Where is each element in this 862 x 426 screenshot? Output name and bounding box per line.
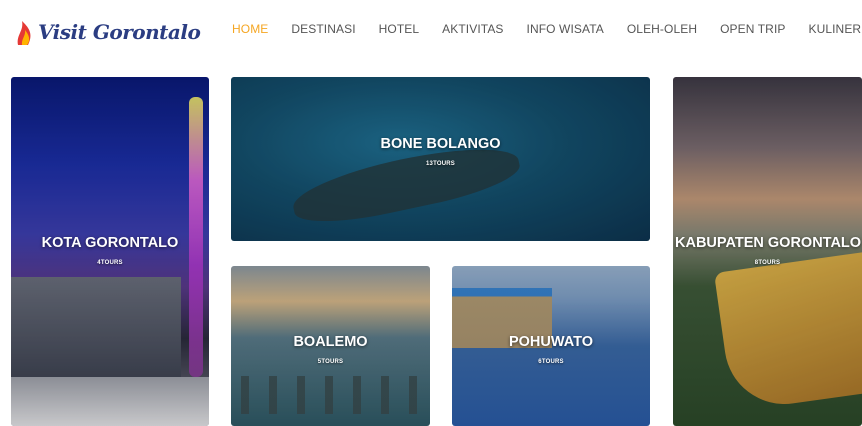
destination-title: KOTA GORONTALO — [41, 235, 179, 251]
tour-count: 13TOURS — [426, 161, 455, 167]
nav-info-wisata[interactable]: INFO WISATA — [527, 22, 604, 36]
tour-count: 4TOURS — [97, 260, 123, 266]
card-overlay — [11, 77, 209, 426]
destination-card-boalemo[interactable]: BOALEMO 5TOURS — [231, 266, 430, 426]
main-nav: HOME DESTINASI HOTEL AKTIVITAS INFO WISA… — [232, 22, 862, 36]
destination-title: BOALEMO — [293, 334, 368, 350]
destination-card-bone-bolango[interactable]: BONE BOLANGO 13TOURS — [231, 77, 650, 241]
nav-kuliner[interactable]: KULINER — [808, 22, 861, 36]
site-header: Visit Gorontalo HOME DESTINASI HOTEL AKT… — [0, 0, 862, 62]
logo-flame-icon — [17, 21, 31, 45]
nav-oleh-oleh[interactable]: OLEH-OLEH — [627, 22, 697, 36]
nav-home[interactable]: HOME — [232, 22, 268, 36]
tour-count: 5TOURS — [317, 359, 344, 365]
nav-destinasi[interactable]: DESTINASI — [291, 22, 355, 36]
logo-text: Visit Gorontalo — [38, 20, 201, 44]
destination-title: BONE BOLANGO — [380, 136, 501, 152]
destination-card-pohuwato[interactable]: POHUWATO 6TOURS — [452, 266, 650, 426]
nav-open-trip[interactable]: OPEN TRIP — [720, 22, 785, 36]
card-overlay — [673, 77, 862, 426]
destination-title: POHUWATO — [508, 334, 594, 350]
destination-title: KABUPATEN GORONTALO — [675, 235, 862, 251]
nav-aktivitas[interactable]: AKTIVITAS — [442, 22, 503, 36]
site-logo[interactable]: Visit Gorontalo — [14, 14, 201, 50]
nav-hotel[interactable]: HOTEL — [379, 22, 420, 36]
destination-card-kota-gorontalo[interactable]: KOTA GORONTALO 4TOURS — [11, 77, 209, 426]
destination-card-kabupaten-gorontalo[interactable]: KABUPATEN GORONTALO 8TOURS — [673, 77, 862, 426]
tour-count: 8TOURS — [754, 260, 781, 266]
card-overlay — [231, 77, 650, 241]
tour-count: 6TOURS — [538, 359, 564, 365]
